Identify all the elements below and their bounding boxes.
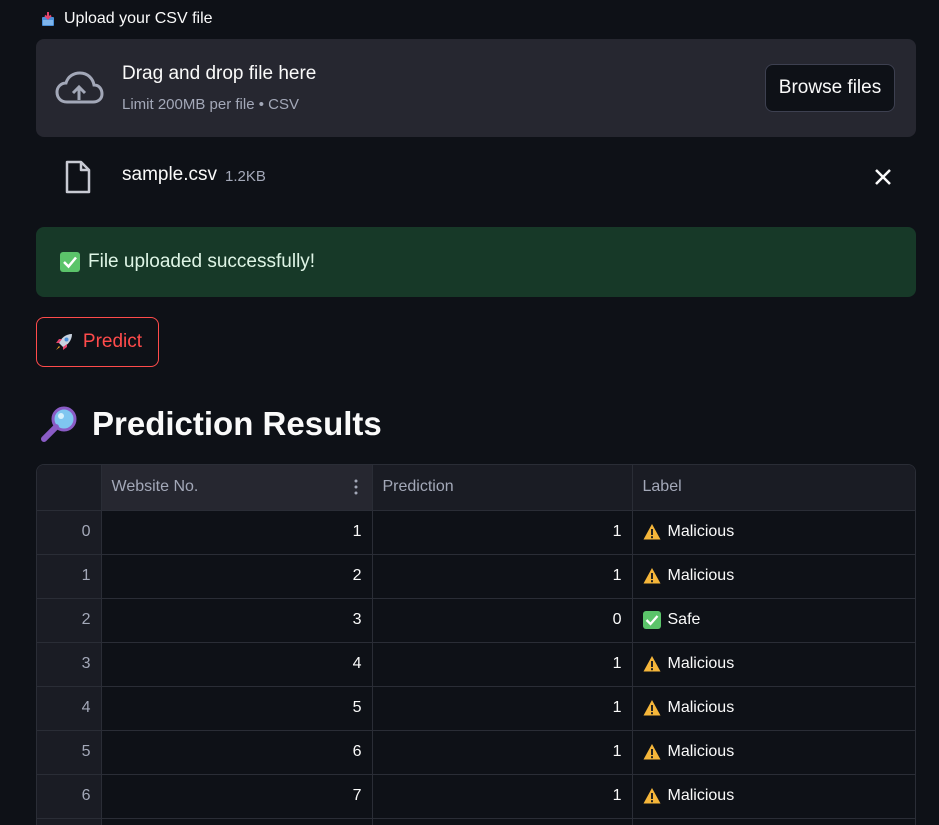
success-alert: File uploaded successfully! xyxy=(36,227,916,297)
cell-prediction[interactable]: 1 xyxy=(372,774,633,819)
label-content: Malicious xyxy=(643,699,907,717)
cell-website-no[interactable]: 4 xyxy=(101,642,373,687)
warning-icon xyxy=(643,788,660,804)
row-index: 5 xyxy=(37,730,102,775)
label-text: Safe xyxy=(667,611,701,628)
warning-icon xyxy=(643,568,660,584)
file-icon xyxy=(65,160,91,194)
cell-website-no[interactable]: 3 xyxy=(101,598,373,643)
label-text: Malicious xyxy=(667,699,735,716)
cell-website-no[interactable]: 2 xyxy=(101,554,373,599)
column-header-prediction[interactable]: Prediction xyxy=(372,465,633,511)
cell-label[interactable]: Malicious xyxy=(632,730,915,775)
label-text: Malicious xyxy=(667,567,735,584)
uploader-label-text: Upload your CSV file xyxy=(64,10,213,27)
check-icon xyxy=(642,611,661,629)
warning-icon xyxy=(643,524,660,540)
label-content: Malicious xyxy=(643,787,907,805)
success-text: File uploaded successfully! xyxy=(88,251,316,272)
row-index: 4 xyxy=(37,686,102,731)
results-table[interactable]: Website No. Prediction Label 0 1 1 Maliciou… xyxy=(36,464,916,825)
predict-button[interactable]: Predict xyxy=(36,317,159,367)
cell-label[interactable]: Malicious xyxy=(632,686,915,731)
file-size: 1.2KB xyxy=(225,168,266,185)
label-text: Malicious xyxy=(667,743,735,760)
table-row: 2 3 0 Safe xyxy=(37,598,915,643)
cloud-upload-icon xyxy=(55,71,104,104)
file-name: sample.csv xyxy=(122,164,218,185)
label-content: Malicious xyxy=(643,523,907,541)
table-header-row: Website No. Prediction Label xyxy=(37,465,915,511)
cell-label[interactable]: Malicious xyxy=(632,774,915,819)
label-content: Malicious xyxy=(643,655,907,673)
label-content: Malicious xyxy=(643,743,907,761)
uploaded-file-row: sample.csv 1.2KB xyxy=(36,150,916,206)
cell-prediction[interactable]: 1 xyxy=(372,642,633,687)
predict-label: Predict xyxy=(82,331,143,352)
browse-files-button[interactable]: Browse files xyxy=(765,64,895,112)
table-row: 0 1 1 Malicious xyxy=(37,510,915,555)
row-index: 2 xyxy=(37,598,102,643)
label-content: Safe xyxy=(642,611,907,629)
row-index: 6 xyxy=(37,774,102,819)
cell-prediction[interactable]: 1 xyxy=(372,686,633,731)
cell-website-no[interactable]: 1 xyxy=(101,510,373,555)
dropzone-title: Drag and drop file here xyxy=(122,63,317,84)
close-icon[interactable] xyxy=(874,168,892,186)
label-text: Malicious xyxy=(667,787,735,804)
row-index: 3 xyxy=(37,642,102,687)
warning-icon xyxy=(643,656,660,672)
file-dropzone[interactable]: Drag and drop file here Limit 200MB per … xyxy=(36,39,916,137)
column-header-label[interactable]: Label xyxy=(632,465,915,511)
cell-website-no[interactable]: 6 xyxy=(101,730,373,775)
cell-prediction[interactable] xyxy=(372,818,633,825)
table-row: 6 7 1 Malicious xyxy=(37,774,915,819)
table-row: 4 5 1 Malicious xyxy=(37,686,915,731)
uploader-label: Upload your CSV file xyxy=(40,8,213,30)
cell-prediction[interactable]: 1 xyxy=(372,510,633,555)
label-text: Malicious xyxy=(667,523,735,540)
inbox-tray-icon xyxy=(42,12,54,26)
cell-website-no[interactable]: 7 xyxy=(101,774,373,819)
dropzone-subtitle: Limit 200MB per file • CSV xyxy=(122,96,299,113)
cell-label[interactable]: Safe xyxy=(632,598,915,643)
cell-label[interactable] xyxy=(632,818,915,825)
cell-prediction[interactable]: 0 xyxy=(372,598,633,643)
table-row: 7 xyxy=(37,818,915,825)
cell-website-no[interactable]: 5 xyxy=(101,686,373,731)
check-icon xyxy=(60,252,80,272)
label-text: Malicious xyxy=(667,655,735,672)
cell-website-no[interactable] xyxy=(101,818,373,825)
cell-label[interactable]: Malicious xyxy=(632,510,915,555)
warning-icon xyxy=(643,700,660,716)
magnifier-icon xyxy=(41,406,77,442)
cell-label[interactable]: Malicious xyxy=(632,554,915,599)
column-header-website-no[interactable]: Website No. xyxy=(101,465,373,511)
row-index: 1 xyxy=(37,554,102,599)
results-title-text: Prediction Results xyxy=(92,405,382,442)
table-row: 1 2 1 Malicious xyxy=(37,554,915,599)
label-content: Malicious xyxy=(643,567,907,585)
column-header-website-no-label: Website No. xyxy=(111,478,199,496)
table-row: 3 4 1 Malicious xyxy=(37,642,915,687)
rocket-icon xyxy=(55,334,72,350)
row-index: 7 xyxy=(37,818,102,825)
column-menu-icon[interactable] xyxy=(354,479,358,495)
row-index: 0 xyxy=(37,510,102,555)
warning-icon xyxy=(643,744,660,760)
table-row: 5 6 1 Malicious xyxy=(37,730,915,775)
cell-prediction[interactable]: 1 xyxy=(372,730,633,775)
results-title: Prediction Results xyxy=(40,400,382,448)
column-header-index xyxy=(37,465,102,511)
table-body: 0 1 1 Malicious 1 2 1 Malicious 2 3 0 Safe 3 4 1 Malici… xyxy=(37,510,915,825)
cell-prediction[interactable]: 1 xyxy=(372,554,633,599)
cell-label[interactable]: Malicious xyxy=(632,642,915,687)
